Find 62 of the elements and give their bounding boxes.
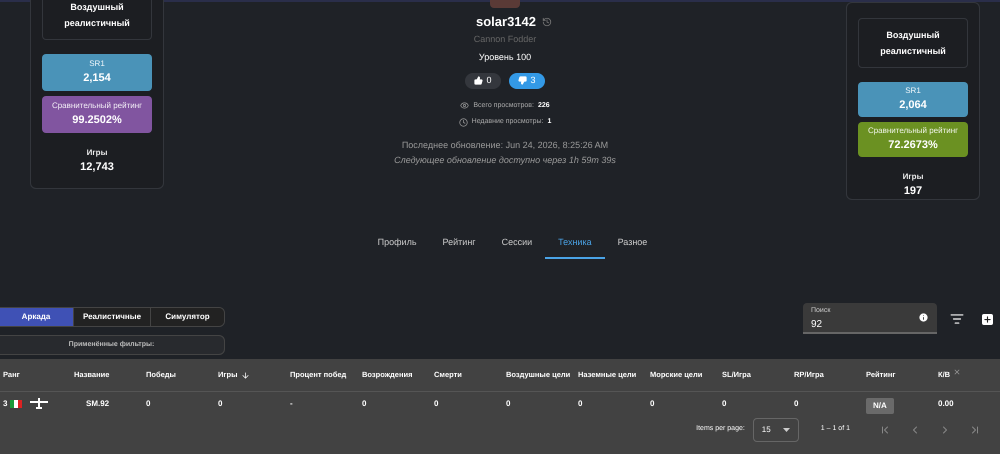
close-icon[interactable] [953, 368, 962, 376]
table-cell-text: 0 [362, 398, 368, 410]
add-button[interactable] [982, 314, 993, 325]
last-update-text: Последнее обновление: Jun 24, 2026, 8:25:26 AM [402, 138, 608, 152]
last-page-icon[interactable] [969, 424, 981, 436]
table-cell-text: 0.00 [938, 398, 955, 410]
games-value: 12,743 [80, 160, 114, 175]
games-label: Игры [902, 170, 924, 182]
stat-label: SR1 [905, 85, 921, 98]
mode-label: Воздушный реалистичный [42, 0, 152, 40]
stat-label: SR1 [89, 58, 105, 70]
rating-badge: N/A [866, 398, 894, 414]
first-page-icon[interactable] [879, 424, 891, 436]
stat-value: 2,154 [83, 71, 111, 86]
thumbs-up-icon [474, 76, 484, 85]
stat-value: 99.2502% [72, 113, 122, 128]
like-button[interactable]: 0 [465, 72, 501, 88]
table-cell-text: 0 [434, 398, 440, 410]
filter-icon[interactable] [950, 312, 964, 326]
clock-icon [458, 118, 468, 127]
mode-tab[interactable]: Реалистичные [73, 308, 150, 326]
table-cell: 3 [3, 398, 8, 410]
nav-tab[interactable]: Техника [545, 228, 605, 259]
sort-arrow-icon [240, 370, 250, 380]
search-value: 92 [811, 318, 824, 332]
flag-icon [10, 400, 22, 408]
games-label: Игры [86, 147, 108, 159]
user-title: Cannon Fodder [474, 32, 536, 46]
thumbs-down-icon [518, 76, 528, 85]
history-icon[interactable] [542, 16, 552, 27]
caret-down-icon [782, 428, 790, 432]
page-size-select[interactable]: 15 [752, 418, 799, 442]
stat-label: Сравнительный рейтинг [52, 100, 142, 112]
username: solar3142 [476, 13, 536, 31]
nav-tab[interactable]: Профиль [364, 228, 430, 259]
page-size-value: 15 [762, 424, 771, 436]
eye-icon [460, 101, 470, 110]
nav-tab[interactable]: Разное [604, 228, 660, 259]
next-update-text: Следующее обновление доступно через 1h 59m 39s [394, 154, 616, 167]
stat-label: Сравнительный рейтинг [868, 124, 958, 137]
stat-value: 2,064 [899, 98, 927, 114]
table-cell-text: 0 [794, 398, 800, 410]
info-icon[interactable] [918, 312, 929, 323]
user-level: Уровень 100 [478, 51, 532, 64]
avatar-photo-placeholder [490, 0, 520, 8]
table-cell-text: 0 [650, 398, 656, 410]
table-cell-text: SM.92 [85, 398, 110, 410]
mode-tab[interactable]: Симулятор [150, 308, 224, 326]
aircraft-icon [30, 398, 48, 410]
table-cell-text: - [290, 398, 294, 410]
table-cell-text: 0 [578, 398, 584, 410]
stat-value: 72.2673% [888, 138, 938, 153]
games-value: 197 [904, 184, 922, 198]
mode-label: Воздушный реалистичный [858, 18, 968, 68]
table-cell-text: 0 [722, 398, 728, 410]
nav-tab[interactable]: Рейтинг [430, 228, 489, 259]
nav-tab[interactable]: Сессии [488, 228, 546, 259]
table-cell-text: 0 [506, 398, 512, 410]
mode-tab[interactable]: Аркада [0, 308, 73, 326]
table-cell-text: 0 [218, 398, 224, 410]
plus-icon [983, 315, 992, 324]
table-cell-text: 0 [146, 398, 152, 410]
